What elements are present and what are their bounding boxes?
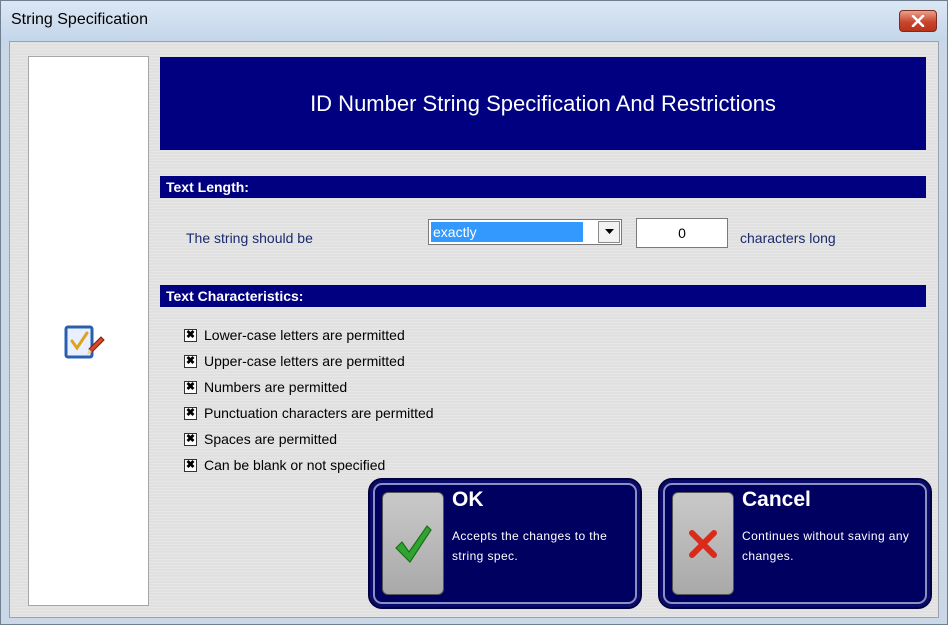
text-length-section-header: Text Length: [160,176,926,198]
length-prefix-label: The string should be [186,230,313,246]
ok-title: OK [452,488,484,511]
dropdown-button[interactable] [598,221,620,243]
checkbox[interactable]: ✖ [184,380,197,394]
dialog-body: ID Number String Specification And Restr… [9,41,939,618]
checkbox[interactable]: ✖ [184,328,197,342]
option-label: Upper-case letters are permitted [204,353,405,369]
length-count-input[interactable] [636,218,728,248]
edit-document-icon [64,325,105,359]
ok-description: Accepts the changes to the string spec. [452,529,608,563]
option-label: Lower-case letters are permitted [204,327,405,343]
option-label: Can be blank or not specified [204,457,386,473]
cancel-button[interactable]: Cancel Continues without saving any chan… [658,478,932,609]
ok-button[interactable]: OK Accepts the changes to the string spe… [368,478,642,609]
option-label: Punctuation characters are permitted [204,405,434,421]
option-lowercase[interactable]: ✖ Lower-case letters are permitted [184,322,434,348]
length-suffix-label: characters long [740,230,836,246]
text-characteristics-section-header: Text Characteristics: [160,285,926,307]
characteristics-list: ✖ Lower-case letters are permitted ✖ Upp… [184,322,434,478]
option-spaces[interactable]: ✖ Spaces are permitted [184,426,434,452]
checkbox[interactable]: ✖ [184,432,197,446]
cancel-icon-box [672,492,734,595]
close-icon [911,15,925,27]
title-bar[interactable]: String Specification [1,1,947,41]
length-mode-value: exactly [431,222,583,242]
side-panel [28,56,149,606]
window-title: String Specification [11,11,148,28]
checkbox[interactable]: ✖ [184,354,197,368]
option-uppercase[interactable]: ✖ Upper-case letters are permitted [184,348,434,374]
checkbox[interactable]: ✖ [184,406,197,420]
close-button[interactable] [899,10,937,32]
cancel-description: Continues without saving any changes. [742,529,910,563]
option-label: Numbers are permitted [204,379,348,395]
option-label: Spaces are permitted [204,431,338,447]
option-punctuation[interactable]: ✖ Punctuation characters are permitted [184,400,434,426]
option-blank[interactable]: ✖ Can be blank or not specified [184,452,434,478]
chevron-down-icon [604,229,614,234]
checkmark-icon [395,524,432,563]
cancel-title: Cancel [742,488,811,511]
string-spec-dialog: String Specification ID Number String Sp… [0,0,948,625]
red-x-icon [689,529,717,558]
option-numbers[interactable]: ✖ Numbers are permitted [184,374,434,400]
ok-icon-box [382,492,444,595]
checkbox[interactable]: ✖ [184,458,197,472]
page-title: ID Number String Specification And Restr… [160,57,926,150]
length-mode-select[interactable]: exactly [428,219,622,245]
